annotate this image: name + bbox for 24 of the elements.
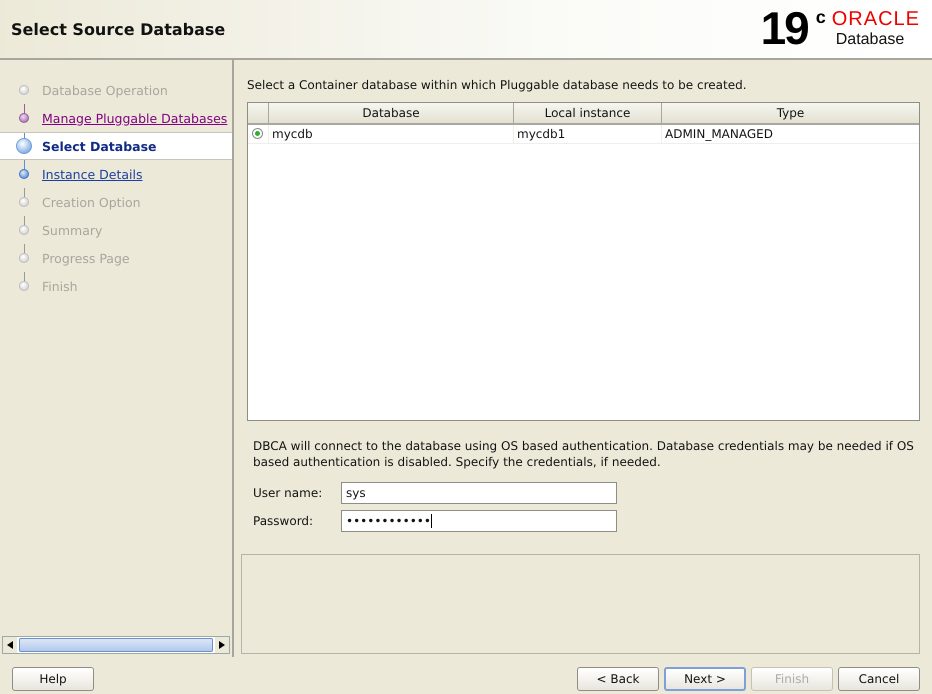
field-label: Password: [253, 514, 314, 528]
dialog-button[interactable]: Next > [664, 667, 746, 691]
page-title: Select Source Database [11, 20, 226, 38]
dialog-button[interactable]: Cancel [838, 667, 920, 691]
scroll-right-icon[interactable] [219, 641, 225, 649]
table-cell: mycdb1 [513, 125, 661, 143]
horizontal-scrollbar[interactable] [2, 636, 230, 654]
scroll-left-icon[interactable] [7, 641, 13, 649]
dialog-button[interactable]: < Back [577, 667, 659, 691]
input-field[interactable]: sys [341, 482, 617, 504]
column-header[interactable]: Local instance [513, 103, 661, 123]
column-header[interactable]: Database [268, 103, 513, 123]
table-cell: mycdb [268, 125, 513, 143]
radio-button[interactable] [252, 128, 263, 139]
field-label: User name: [253, 486, 324, 500]
wizard-step[interactable]: Manage Pluggable Databases [0, 104, 232, 132]
password-field[interactable]: •••••••••••• [341, 510, 617, 532]
instruction-text: Select a Container database within which Pluggable database needs to be created. [247, 78, 748, 92]
wizard-step[interactable]: Instance Details [0, 160, 232, 188]
wizard-step[interactable]: Select Database [0, 132, 232, 160]
table-cell: ADMIN_MANAGED [661, 125, 919, 143]
auth-note: DBCA will connect to the database using OS based authentication. Database credentials may be needed if OS based authentication is disabled. Specify the credentials, if needed. [253, 438, 915, 470]
column-header[interactable]: Type [661, 103, 919, 123]
help-button[interactable]: Help [12, 667, 94, 691]
